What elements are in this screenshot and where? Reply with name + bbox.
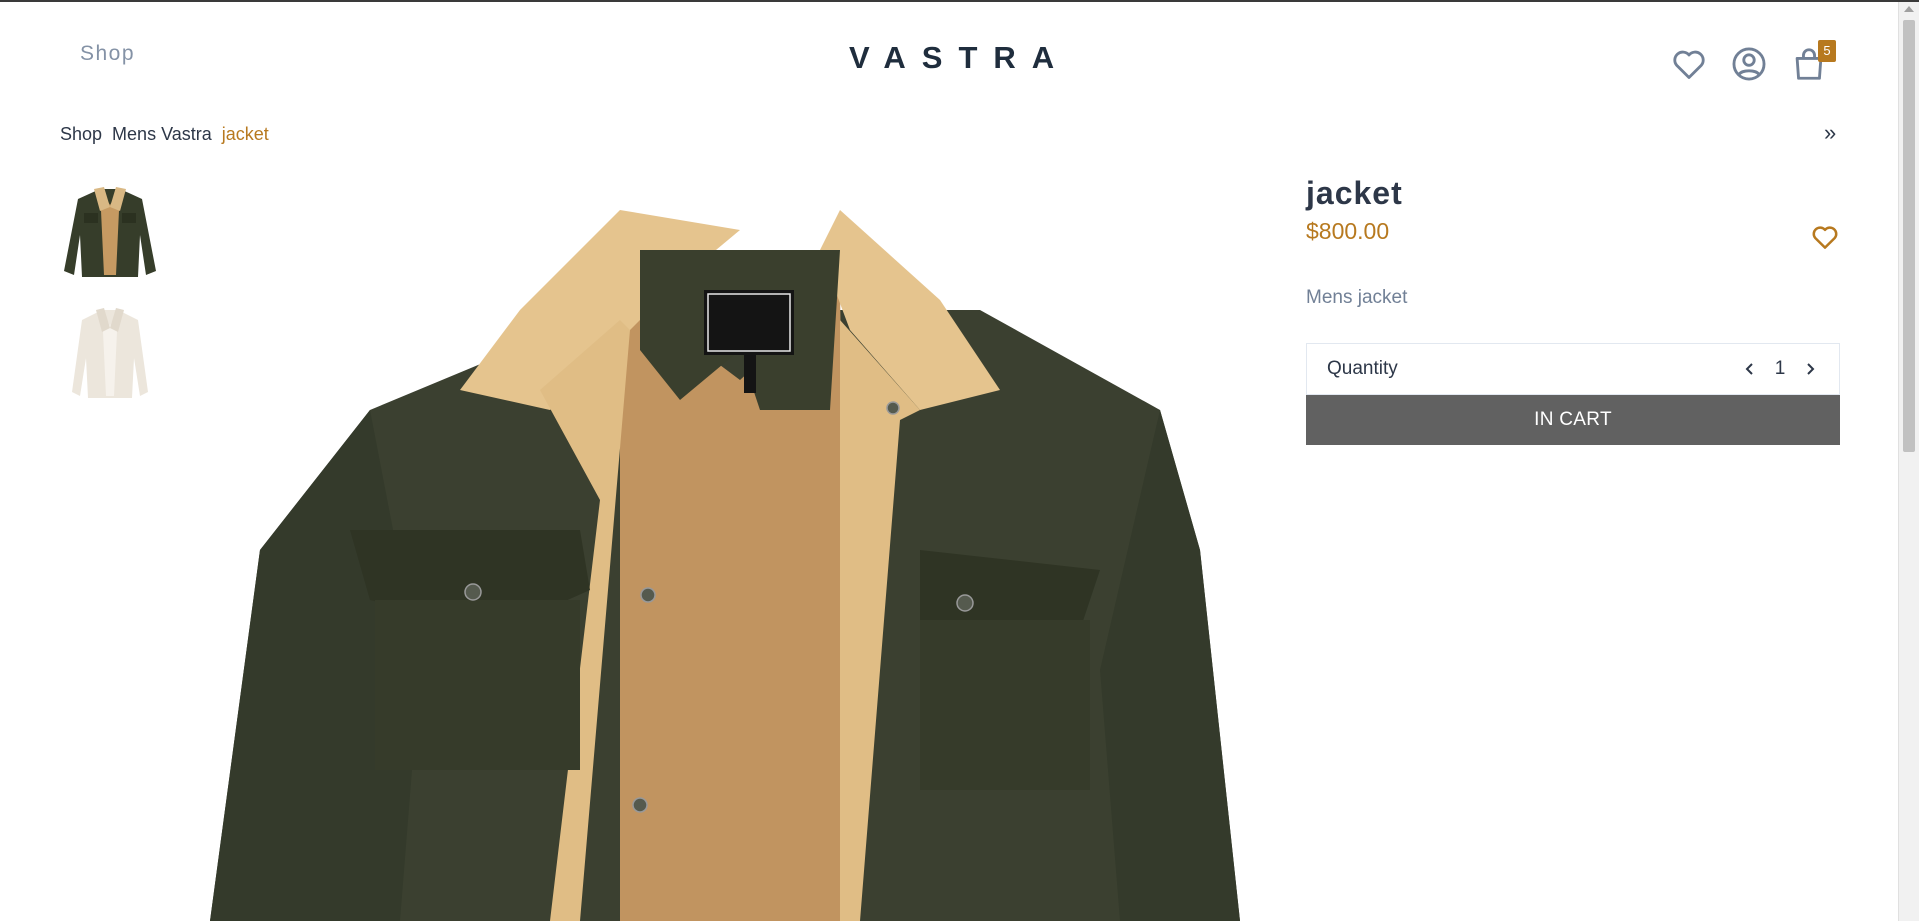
nav-shop-link[interactable]: Shop <box>80 42 135 66</box>
chevron-right-icon[interactable] <box>1801 360 1819 378</box>
page-scrollbar[interactable] <box>1898 2 1919 921</box>
cart-count-badge: 5 <box>1818 40 1836 62</box>
product-thumbnail-olive[interactable] <box>60 175 160 279</box>
product-details: jacket $800.00 Mens jacket Quantity 1 IN… <box>1306 175 1840 445</box>
quantity-stepper: 1 <box>1741 358 1819 380</box>
breadcrumb-item-current: jacket <box>221 124 269 144</box>
product-description: Mens jacket <box>1306 287 1408 308</box>
next-product-icon[interactable]: » <box>1824 120 1836 146</box>
main-product-image[interactable] <box>200 170 1250 921</box>
quantity-selector: Quantity 1 <box>1306 343 1840 395</box>
site-logo[interactable]: VASTRA <box>849 40 1070 76</box>
breadcrumb-item-shop[interactable]: Shop <box>60 124 102 145</box>
scrollbar-thumb[interactable] <box>1903 20 1915 452</box>
chevron-left-icon[interactable] <box>1741 360 1759 378</box>
heart-icon[interactable] <box>1670 45 1708 83</box>
product-title: jacket <box>1306 175 1403 211</box>
in-cart-button[interactable]: IN CART <box>1306 395 1840 445</box>
breadcrumb-item-mens-vastra[interactable]: Mens Vastra <box>112 124 212 145</box>
add-to-wishlist-icon[interactable] <box>1810 222 1840 252</box>
site-header: Shop VASTRA 5 <box>0 2 1898 107</box>
user-circle-icon[interactable] <box>1730 45 1768 83</box>
quantity-label: Quantity <box>1327 358 1398 379</box>
product-price: $800.00 <box>1306 218 1390 244</box>
scroll-up-arrow[interactable] <box>1904 6 1914 12</box>
product-thumbnail-cream[interactable] <box>60 298 160 402</box>
quantity-value[interactable]: 1 <box>1773 358 1787 380</box>
breadcrumb: Shop Mens Vastra jacket <box>60 124 269 145</box>
